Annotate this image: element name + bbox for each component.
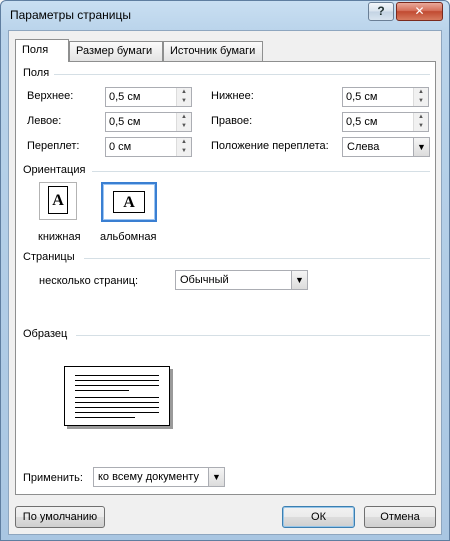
pages-divider bbox=[84, 258, 430, 259]
gutter-position-select[interactable]: Слева ▼ bbox=[342, 137, 430, 157]
chevron-down-icon[interactable]: ▼ bbox=[413, 138, 429, 156]
multiple-pages-value: Обычный bbox=[180, 274, 229, 286]
spin-up-icon[interactable]: ▲ bbox=[177, 138, 191, 147]
gutter-position-value: Слева bbox=[347, 141, 380, 153]
portrait-page-icon: A bbox=[48, 186, 68, 214]
multiple-pages-select[interactable]: Обычный ▼ bbox=[175, 270, 308, 290]
portrait-option[interactable]: A bbox=[39, 182, 77, 220]
dialog-body: Поля Размер бумаги Источник бумаги Поля … bbox=[8, 30, 442, 535]
top-margin-spinner[interactable]: 0,5 см ▲ ▼ bbox=[105, 87, 192, 107]
gutter-spinner[interactable]: 0 см ▲ ▼ bbox=[105, 137, 192, 157]
tab-margins[interactable]: Поля bbox=[15, 39, 69, 62]
portrait-label: книжная bbox=[38, 231, 81, 243]
dialog-window: Параметры страницы ? ✕ Поля Размер бумаг… bbox=[0, 0, 450, 541]
spin-down-icon[interactable]: ▼ bbox=[177, 122, 191, 131]
orientation-divider bbox=[92, 171, 430, 172]
right-margin-label: Правое: bbox=[211, 115, 253, 127]
spin-up-icon[interactable]: ▲ bbox=[414, 113, 428, 122]
apply-to-select[interactable]: ко всему документу ▼ bbox=[93, 467, 225, 487]
gutter-value[interactable]: 0 см bbox=[109, 141, 131, 153]
right-margin-spinner[interactable]: 0,5 см ▲ ▼ bbox=[342, 112, 429, 132]
spin-down-icon[interactable]: ▼ bbox=[177, 97, 191, 106]
margins-section-label: Поля bbox=[23, 67, 50, 79]
cancel-button[interactable]: Отмена bbox=[364, 506, 436, 528]
landscape-page-icon: A bbox=[113, 191, 145, 213]
spin-down-icon[interactable]: ▼ bbox=[414, 122, 428, 131]
pages-section-label: Страницы bbox=[23, 251, 75, 263]
top-margin-label: Верхнее: bbox=[27, 90, 74, 102]
spin-down-icon[interactable]: ▼ bbox=[414, 97, 428, 106]
close-button[interactable]: ✕ bbox=[396, 2, 443, 21]
preview-section-label: Образец bbox=[23, 328, 68, 340]
spin-down-icon[interactable]: ▼ bbox=[177, 147, 191, 156]
orientation-section-label: Ориентация bbox=[23, 164, 86, 176]
chevron-down-icon[interactable]: ▼ bbox=[208, 468, 224, 486]
landscape-label: альбомная bbox=[100, 231, 157, 243]
page-preview bbox=[64, 366, 170, 426]
bottom-margin-label: Нижнее: bbox=[211, 90, 254, 102]
help-button[interactable]: ? bbox=[368, 2, 394, 21]
left-margin-value[interactable]: 0,5 см bbox=[109, 116, 140, 128]
bottom-margin-value[interactable]: 0,5 см bbox=[346, 91, 377, 103]
multiple-pages-label: несколько страниц: bbox=[39, 275, 139, 287]
landscape-option[interactable]: A bbox=[101, 182, 157, 222]
right-margin-value[interactable]: 0,5 см bbox=[346, 116, 377, 128]
gutter-label: Переплет: bbox=[27, 140, 80, 152]
title-bar[interactable]: Параметры страницы ? ✕ bbox=[1, 1, 449, 29]
apply-to-label: Применить: bbox=[23, 472, 83, 484]
left-margin-label: Левое: bbox=[27, 115, 62, 127]
preview-divider bbox=[76, 335, 430, 336]
ok-button[interactable]: ОК bbox=[282, 506, 355, 528]
top-margin-value[interactable]: 0,5 см bbox=[109, 91, 140, 103]
apply-to-value: ко всему документу bbox=[98, 471, 199, 483]
margins-divider bbox=[54, 74, 430, 75]
spin-up-icon[interactable]: ▲ bbox=[177, 113, 191, 122]
left-margin-spinner[interactable]: 0,5 см ▲ ▼ bbox=[105, 112, 192, 132]
gutter-position-label: Положение переплета: bbox=[211, 140, 329, 152]
spin-up-icon[interactable]: ▲ bbox=[177, 88, 191, 97]
tab-paper-source[interactable]: Источник бумаги bbox=[163, 41, 263, 61]
set-default-button[interactable]: По умолчанию bbox=[15, 506, 105, 528]
spin-up-icon[interactable]: ▲ bbox=[414, 88, 428, 97]
chevron-down-icon[interactable]: ▼ bbox=[291, 271, 307, 289]
dialog-title: Параметры страницы bbox=[10, 8, 131, 22]
tab-paper-size[interactable]: Размер бумаги bbox=[69, 41, 163, 61]
margins-panel: Поля Верхнее: 0,5 см ▲ ▼ Нижнее: 0,5 см ▲… bbox=[15, 61, 436, 495]
bottom-margin-spinner[interactable]: 0,5 см ▲ ▼ bbox=[342, 87, 429, 107]
